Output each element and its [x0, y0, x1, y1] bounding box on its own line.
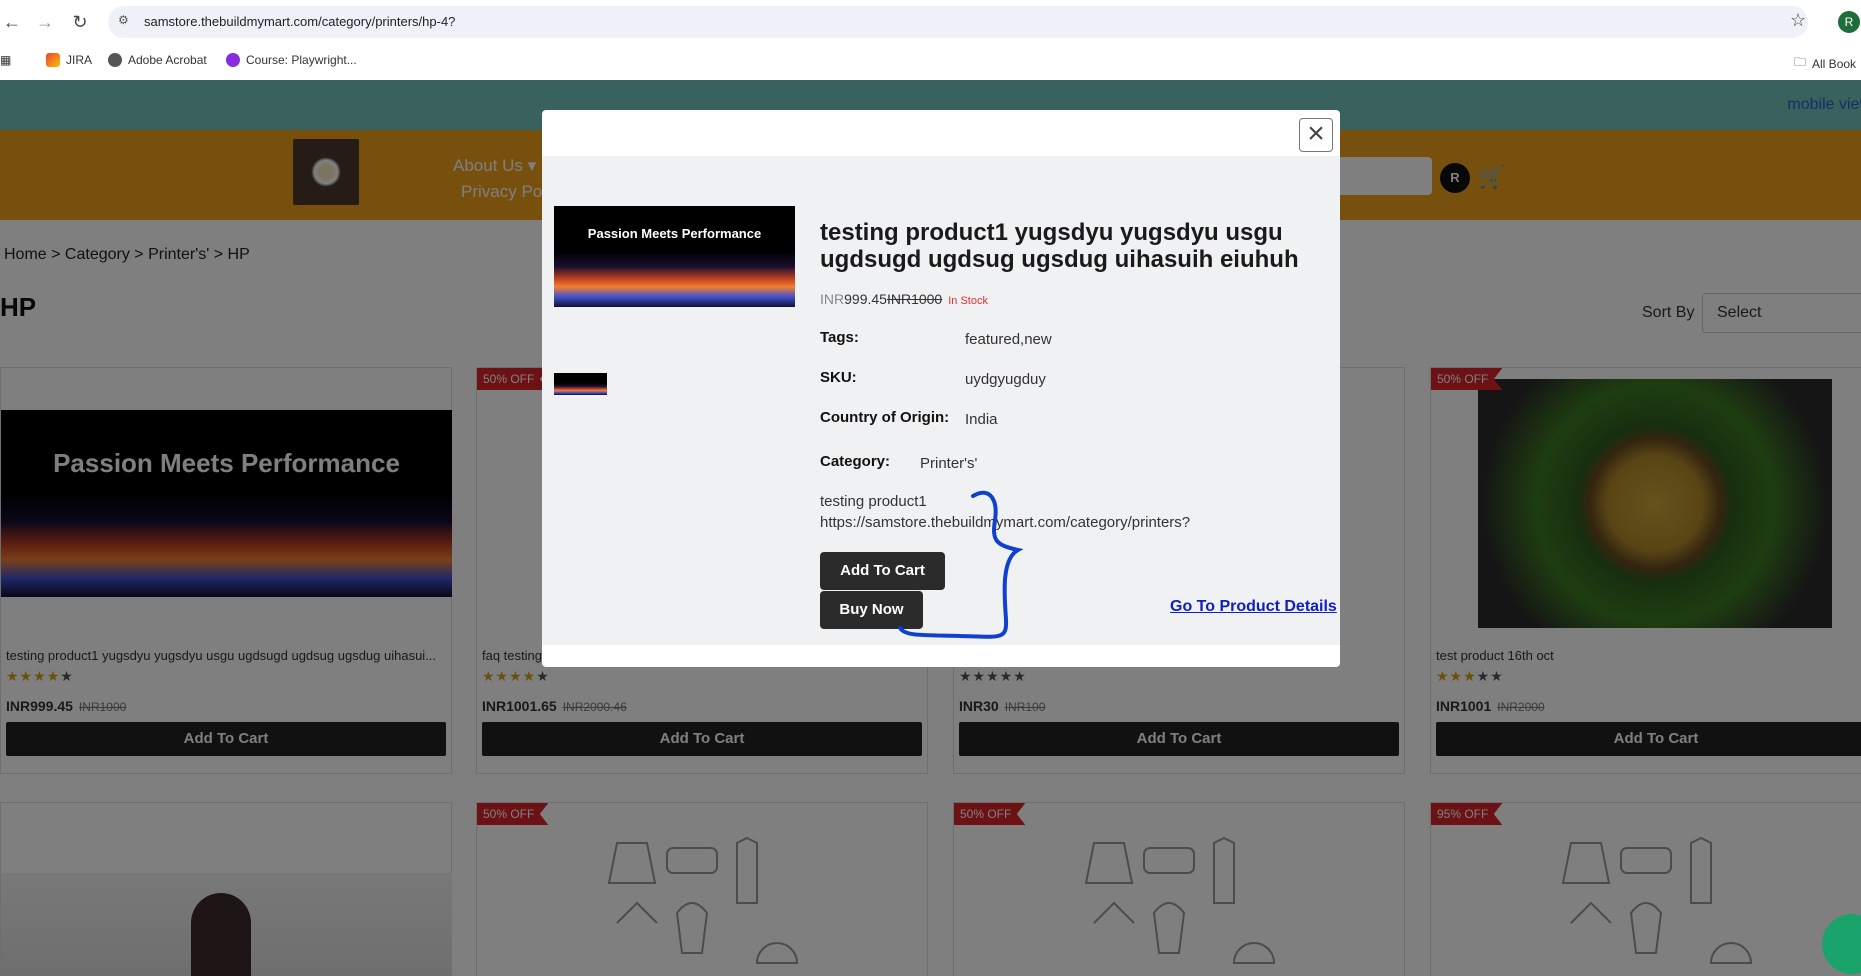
tags-label: Tags:: [820, 329, 859, 346]
bookmarks-bar: ▦ JIRA Adobe Acrobat Course: Playwright.…: [0, 44, 1861, 80]
bookmark-jira[interactable]: JIRA: [46, 53, 92, 67]
modal-product-title: testing product1 yugsdyu yugsdyu usgu ug…: [820, 219, 1299, 273]
course-icon: [226, 53, 240, 67]
back-icon[interactable]: ←: [0, 10, 24, 34]
apps-grid-icon[interactable]: ▦: [0, 53, 11, 67]
gmail-icon: [46, 53, 60, 67]
sku-value: uydgyugduy: [965, 371, 1046, 388]
bookmark-course[interactable]: Course: Playwright...: [226, 53, 357, 67]
product-details-link[interactable]: Go To Product Details: [1170, 598, 1337, 616]
stock-status: In Stock: [948, 295, 988, 307]
category-label: Category:: [820, 453, 891, 470]
currency: INR: [820, 291, 845, 307]
category-value: Printer's': [920, 455, 978, 472]
site-info-icon[interactable]: ⚙: [118, 13, 134, 29]
tags-value: featured,new: [965, 331, 1052, 348]
description-line: testing product1: [820, 493, 927, 510]
modal-price: INR999.45INR1000 In Stock: [820, 291, 988, 307]
all-bookmarks[interactable]: 🗀 All Book: [1794, 53, 1856, 74]
product-description: testing product1 https://samstore.thebui…: [820, 491, 1190, 533]
origin-value: India: [965, 411, 998, 428]
quick-view-modal: × Passion Meets Performance testing prod…: [542, 110, 1340, 667]
bookmark-label: All Book: [1812, 56, 1857, 71]
add-to-cart-button[interactable]: Add To Cart: [820, 552, 945, 590]
product-thumbnail[interactable]: [554, 373, 607, 395]
description-url: https://samstore.thebuildmymart.com/cate…: [820, 514, 1191, 531]
bookmark-label: Course: Playwright...: [246, 53, 357, 67]
bookmark-label: JIRA: [66, 53, 93, 67]
browser-toolbar: ← → ↻ ⚙ samstore.thebuildmymart.com/cate…: [0, 0, 1861, 44]
modal-body: Passion Meets Performance testing produc…: [542, 156, 1340, 645]
folder-icon: 🗀: [1794, 55, 1807, 69]
bookmark-star-icon[interactable]: ☆: [1790, 10, 1806, 31]
url-text[interactable]: samstore.thebuildmymart.com/category/pri…: [144, 14, 455, 29]
reload-icon[interactable]: ↻: [68, 10, 92, 34]
price: 999.45: [844, 291, 887, 307]
close-icon[interactable]: ×: [1299, 118, 1333, 152]
origin-label: Country of Origin:: [820, 409, 950, 426]
buy-now-button[interactable]: Buy Now: [820, 591, 923, 629]
browser-profile-avatar[interactable]: R: [1838, 11, 1860, 33]
bookmark-label: Adobe Acrobat: [128, 53, 207, 67]
old-price: INR1000: [886, 291, 943, 307]
product-main-image[interactable]: Passion Meets Performance: [554, 206, 795, 307]
globe-icon: [108, 53, 122, 67]
sku-label: SKU:: [820, 369, 857, 386]
forward-icon[interactable]: →: [33, 10, 57, 34]
bookmark-adobe[interactable]: Adobe Acrobat: [108, 53, 207, 67]
image-banner-text: Passion Meets Performance: [587, 226, 762, 241]
